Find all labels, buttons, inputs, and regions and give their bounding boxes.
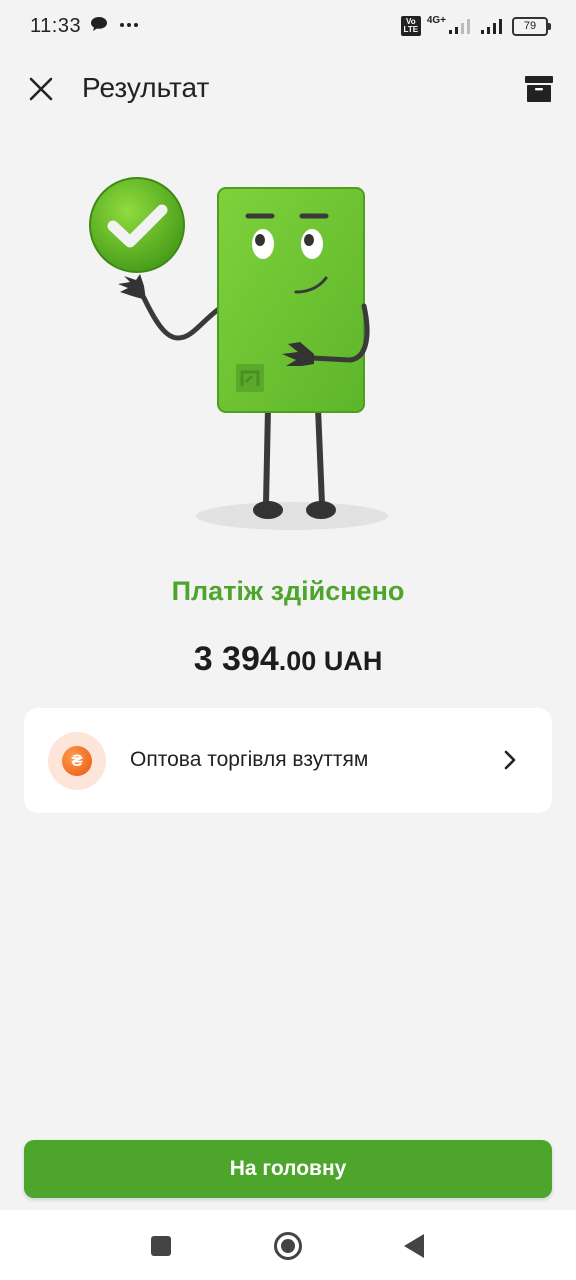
app-header: Результат [0,60,576,120]
home-nav-button[interactable] [270,1228,306,1264]
amount-main: 3 394 [193,640,279,678]
status-system-icons: Vo LTE 4G+ 79 [400,14,551,36]
success-card-illustration [89,177,388,530]
card-right-leg [315,405,325,507]
hryvnia-coin-icon: ₴ [62,746,92,776]
archive-button[interactable] [520,70,558,108]
signal-2-icon [481,19,502,34]
amount-decimals-currency: .00 UAH [278,646,383,676]
archive-icon [525,76,553,102]
status-time: 11:33 [30,15,82,37]
chevron-right-icon [504,750,516,770]
circle-home-icon [274,1232,302,1260]
card-right-shoe [306,501,336,519]
card-waving-hand [118,274,146,300]
card-left-leg [263,405,271,507]
card-left-shoe [253,501,283,519]
back-nav-button[interactable] [396,1228,432,1264]
status-notification-icons [90,16,140,32]
system-nav-bar [0,1210,576,1280]
back-triangle-icon [404,1234,424,1258]
status-bar: 11:33 Vo LTE 4G+ 79 [0,0,576,56]
merchant-avatar: ₴ [48,732,106,790]
close-button[interactable] [22,70,60,108]
go-home-button[interactable]: На головну [24,1140,552,1198]
merchant-name: Оптова торгівля взуттям [130,748,369,771]
volte-icon: Vo LTE [400,16,421,36]
payment-result-screen: 11:33 Vo LTE 4G+ 79 Результат Платіж зді… [0,0,576,1280]
ground-shadow [196,502,388,530]
square-icon [151,1236,171,1256]
payment-success-title: Платіж здійснено [171,576,405,606]
page-title: Результат [82,72,210,103]
recent-apps-button[interactable] [143,1228,179,1264]
more-dots-icon [120,23,138,27]
card-waving-arm [141,295,223,341]
network-type: 4G+ [426,14,446,26]
merchant-card[interactable]: ₴ Оптова торгівля взуттям [24,708,552,813]
chat-bubble-icon [91,17,107,31]
payment-amount: 3 394.00 UAH [0,640,576,679]
battery-icon: 79 [512,16,551,36]
signal-1-icon [449,19,470,34]
close-icon [29,77,53,101]
